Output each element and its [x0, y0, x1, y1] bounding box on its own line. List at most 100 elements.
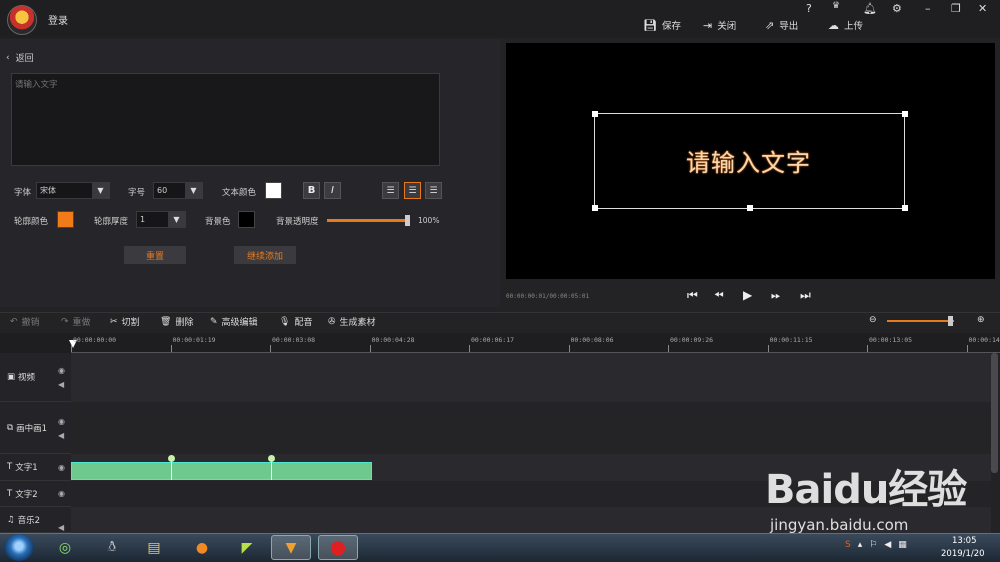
redo-button[interactable]: ↷ 重做 — [61, 315, 91, 329]
eye-icon[interactable]: ◉ — [58, 489, 65, 498]
taskbar-app-firefox[interactable]: ● — [182, 535, 222, 560]
bg-opacity-slider[interactable] — [327, 219, 409, 222]
help-icon[interactable]: ? — [806, 2, 812, 15]
resize-handle[interactable] — [902, 205, 908, 211]
vip-icon[interactable]: ♛ — [832, 1, 840, 11]
video-track-icon: ▣ — [7, 372, 16, 382]
zoom-out-icon[interactable]: ⊖ — [869, 315, 877, 325]
close-icon[interactable]: ✕ — [978, 2, 987, 15]
text-input[interactable] — [11, 73, 440, 166]
skip-end-icon[interactable]: ⏭ — [800, 288, 811, 303]
delete-button[interactable]: 🗑︎ 删除 — [160, 315, 194, 329]
undo-button[interactable]: ↶ 撤销 — [10, 315, 40, 329]
volume-icon[interactable]: ◀ — [58, 431, 64, 440]
text-color-label: 文本颜色 — [222, 188, 257, 198]
bold-button[interactable]: B — [303, 182, 320, 199]
gear-icon[interactable]: ⚙ — [892, 2, 902, 15]
volume-icon[interactable]: ◀︎ — [884, 540, 891, 550]
flag-icon[interactable]: ⚐ — [869, 540, 877, 550]
align-right-icon: ☰ — [429, 185, 438, 196]
italic-button[interactable]: I — [324, 182, 341, 199]
align-right-button[interactable]: ☰ — [425, 182, 442, 199]
music-track-icon: ♫ — [7, 514, 15, 525]
zoom-slider[interactable] — [887, 320, 954, 322]
size-label: 字号 — [128, 188, 146, 198]
save-button[interactable]: 💾︎ 保存 — [643, 18, 681, 33]
font-label: 字体 — [14, 188, 32, 198]
network-icon[interactable]: ▦ — [898, 540, 907, 550]
tick-mark — [71, 345, 72, 352]
prev-frame-icon[interactable]: ⏪︎ — [714, 288, 724, 303]
export-button[interactable]: ⇗ 导出 — [765, 18, 799, 33]
taskbar-app-green[interactable]: ◎ — [45, 535, 85, 560]
taskbar-app-video-editor[interactable]: ▼ — [271, 535, 311, 560]
cut-label: 切割 — [121, 318, 140, 328]
preview-text[interactable]: 请输入文字 — [686, 143, 811, 178]
refresh-app-icon: ◎ — [58, 539, 72, 556]
skip-start-icon[interactable]: ⏮ — [687, 288, 698, 303]
clock-date[interactable]: 2019/1/20 — [941, 549, 985, 559]
continue-add-button[interactable]: 继续添加 — [234, 246, 296, 264]
reset-button[interactable]: 重置 — [124, 246, 186, 264]
taskbar-app-explorer[interactable]: ▤ — [134, 535, 174, 560]
back-button[interactable]: ‹ 返回 — [6, 51, 34, 65]
outline-color-swatch[interactable] — [57, 211, 74, 228]
keyframe-marker[interactable] — [168, 455, 175, 462]
eye-icon[interactable]: ◉ — [58, 463, 65, 472]
login-link[interactable]: 登录 — [48, 12, 68, 27]
resize-handle[interactable] — [902, 111, 908, 117]
generate-material-button[interactable]: ✇ 生成素材 — [328, 315, 376, 329]
close-project-button[interactable]: ⇥ 关闭 — [703, 18, 737, 33]
resize-handle[interactable] — [747, 205, 753, 211]
zoom-knob[interactable] — [948, 316, 953, 326]
align-left-button[interactable]: ☰ — [382, 182, 399, 199]
clock-time[interactable]: 13:05 — [952, 536, 977, 546]
track-label: 视频 — [18, 373, 36, 383]
outline-width-select[interactable]: 1 ▼ — [136, 211, 186, 228]
upload-button[interactable]: ☁ 上传 — [828, 18, 864, 33]
timeline-toolbar — [0, 312, 1000, 333]
volume-icon[interactable]: ◀ — [58, 523, 64, 532]
font-select[interactable]: 宋体 ▼ — [36, 182, 110, 199]
export-label: 导出 — [779, 21, 799, 32]
eye-icon[interactable]: ◉ — [58, 366, 65, 375]
start-button[interactable] — [4, 534, 34, 561]
text-clip[interactable] — [71, 462, 372, 480]
next-frame-icon[interactable]: ⏩︎ — [771, 288, 781, 303]
upload-label: 上传 — [844, 21, 864, 32]
media-app-icon: ◤ — [241, 539, 253, 556]
delete-label: 删除 — [175, 318, 194, 328]
resize-handle[interactable] — [592, 111, 598, 117]
cut-button[interactable]: ✂ 切割 — [110, 315, 140, 329]
bg-opacity-knob[interactable] — [405, 215, 410, 226]
eye-icon[interactable]: ◉ — [58, 417, 65, 426]
timeline-scrollbar[interactable] — [991, 353, 998, 473]
bg-color-swatch[interactable] — [238, 211, 255, 228]
resize-handle[interactable] — [592, 205, 598, 211]
sogou-icon[interactable]: S — [845, 540, 851, 550]
dub-button[interactable]: 🎙︎ 配音 — [279, 315, 312, 329]
video-track-lane[interactable] — [71, 353, 991, 402]
tick-mark — [568, 345, 570, 352]
taskbar-app-recorder[interactable]: ⬤ — [318, 535, 358, 560]
size-select[interactable]: 60 ▼ — [153, 182, 203, 199]
pip-track-lane[interactable] — [71, 402, 991, 454]
trash-icon: 🗑︎ — [160, 316, 172, 327]
align-left-icon: ☰ — [386, 185, 395, 196]
taskbar-app-media[interactable]: ◤ — [227, 535, 267, 560]
scissors-icon: ✂ — [110, 316, 118, 327]
align-center-button[interactable]: ☰ — [404, 182, 421, 199]
play-icon[interactable]: ▶ — [743, 288, 752, 302]
close-label: 关闭 — [717, 21, 737, 32]
taskbar-app-qq[interactable]: 🐧︎ — [92, 535, 132, 560]
restore-icon[interactable]: ❐ — [951, 2, 961, 15]
keyframe-marker[interactable] — [268, 455, 275, 462]
volume-icon[interactable]: ◀ — [58, 380, 64, 389]
zoom-in-icon[interactable]: ⊕ — [977, 315, 985, 325]
chevron-up-icon[interactable]: ▴ — [858, 540, 863, 550]
minimize-icon[interactable]: – — [925, 2, 931, 15]
chevron-down-icon: ▼ — [92, 183, 109, 198]
advanced-edit-button[interactable]: ✎ 高级编辑 — [210, 315, 258, 329]
bell-icon[interactable]: 🔔︎ — [863, 2, 877, 15]
text-color-swatch[interactable] — [265, 182, 282, 199]
